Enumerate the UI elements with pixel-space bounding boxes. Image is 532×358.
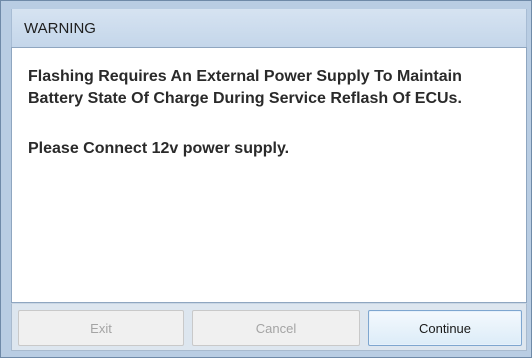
- power-supply-warning-text: Flashing Requires An External Power Supp…: [28, 68, 462, 107]
- warning-dialog: WARNING Flashing Requires An External Po…: [0, 0, 532, 358]
- dialog-title: WARNING: [24, 20, 96, 37]
- exit-button[interactable]: Exit: [18, 310, 184, 346]
- title-bar[interactable]: WARNING: [11, 9, 527, 47]
- continue-button[interactable]: Continue: [368, 310, 522, 346]
- connect-power-instruction-text: Please Connect 12v power supply.: [28, 140, 290, 157]
- cancel-button[interactable]: Cancel: [192, 310, 360, 346]
- message-panel: Flashing Requires An External Power Supp…: [11, 47, 527, 303]
- button-bar: Exit Cancel Continue: [11, 303, 527, 351]
